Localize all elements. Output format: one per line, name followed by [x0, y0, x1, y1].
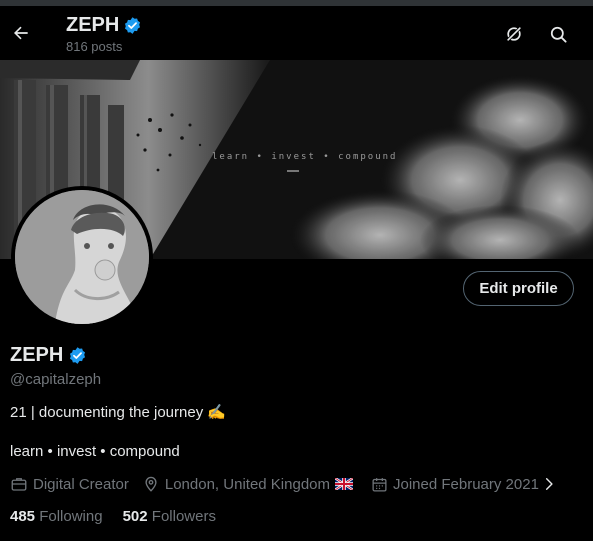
category-item: Digital Creator: [10, 475, 129, 493]
avatar[interactable]: [15, 190, 149, 324]
bio-line-2: learn • invest • compound: [10, 443, 180, 460]
followers-label: Followers: [151, 508, 216, 525]
location-item: London, United Kingdom: [142, 475, 358, 493]
display-name: ZEPH: [10, 344, 64, 366]
header-post-count: 816 posts: [66, 39, 123, 54]
following-link[interactable]: 485 Following: [10, 508, 103, 525]
location-label: London, United Kingdom: [164, 475, 330, 493]
verified-badge-icon[interactable]: [68, 346, 87, 365]
grok-icon: [506, 26, 522, 42]
header-title: ZEPH: [66, 14, 142, 37]
search-icon: [550, 26, 567, 43]
follow-stats: 485 Following 502 Followers: [10, 508, 216, 525]
profile-name: ZEPH: [10, 344, 87, 367]
following-label: Following: [39, 508, 103, 525]
avatar-ring: [11, 186, 153, 328]
verified-badge-icon: [125, 17, 141, 34]
back-button[interactable]: [6, 18, 36, 48]
briefcase-icon: [11, 478, 27, 491]
grok-button[interactable]: [499, 19, 529, 49]
following-count: 485: [10, 508, 36, 525]
chevron-right-icon: [545, 478, 553, 490]
profile-handle: @capitalzeph: [10, 371, 102, 388]
uk-flag-icon: [335, 478, 353, 490]
followers-count: 502: [122, 508, 148, 525]
location-pin-icon: [145, 476, 157, 492]
profile-header-bar: ZEPH 816 posts: [0, 6, 593, 60]
calendar-icon: [372, 477, 387, 492]
search-button[interactable]: [543, 19, 573, 49]
joined-item[interactable]: Joined February 2021: [371, 476, 561, 493]
joined-label: Joined February 2021: [393, 475, 539, 493]
arrow-left-icon: [14, 26, 28, 40]
avatar-image: [15, 190, 149, 324]
category-label: Digital Creator: [33, 475, 129, 493]
profile-meta-row: Digital Creator London, United Kingdom J…: [10, 475, 574, 493]
followers-link[interactable]: 502 Followers: [123, 508, 216, 525]
header-name: ZEPH: [66, 14, 120, 36]
edit-profile-button[interactable]: Edit profile: [463, 271, 574, 306]
banner-tagline: learn • invest • compound: [212, 152, 398, 162]
bio-line-1: 21 | documenting the journey ✍️: [10, 404, 227, 421]
